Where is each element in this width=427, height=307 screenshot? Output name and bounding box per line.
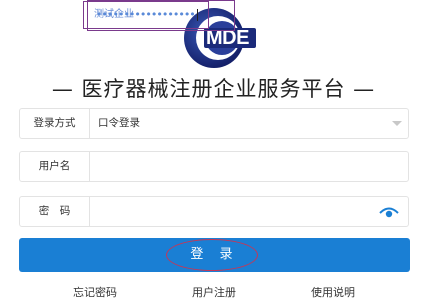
password-input[interactable]: ••••••••••••••••••	[87, 0, 235, 31]
username-label: 用户名	[20, 152, 90, 181]
forgot-password-link[interactable]: 忘记密码	[73, 284, 117, 300]
eye-icon[interactable]	[379, 205, 399, 219]
username-row: 用户名	[19, 151, 409, 182]
login-page: MDE — 医疗器械注册企业服务平台 — 登录方式 口令登录 用户名 测试企业 …	[0, 0, 427, 307]
login-type-select[interactable]: 登录方式 口令登录	[19, 108, 409, 139]
password-label: 密 码	[20, 197, 90, 226]
login-button[interactable]: 登 录	[19, 238, 410, 272]
chevron-down-icon[interactable]	[392, 121, 402, 126]
page-title: — 医疗器械注册企业服务平台 —	[51, 77, 376, 101]
text-caret	[196, 9, 198, 21]
password-masked-value: ••••••••••••••••••	[96, 8, 196, 21]
user-manual-link[interactable]: 使用说明	[311, 284, 355, 300]
login-type-label: 登录方式	[20, 109, 90, 138]
user-register-link[interactable]: 用户注册	[192, 284, 236, 300]
login-type-value: 口令登录	[98, 117, 140, 129]
password-row: 密 码	[19, 196, 409, 227]
